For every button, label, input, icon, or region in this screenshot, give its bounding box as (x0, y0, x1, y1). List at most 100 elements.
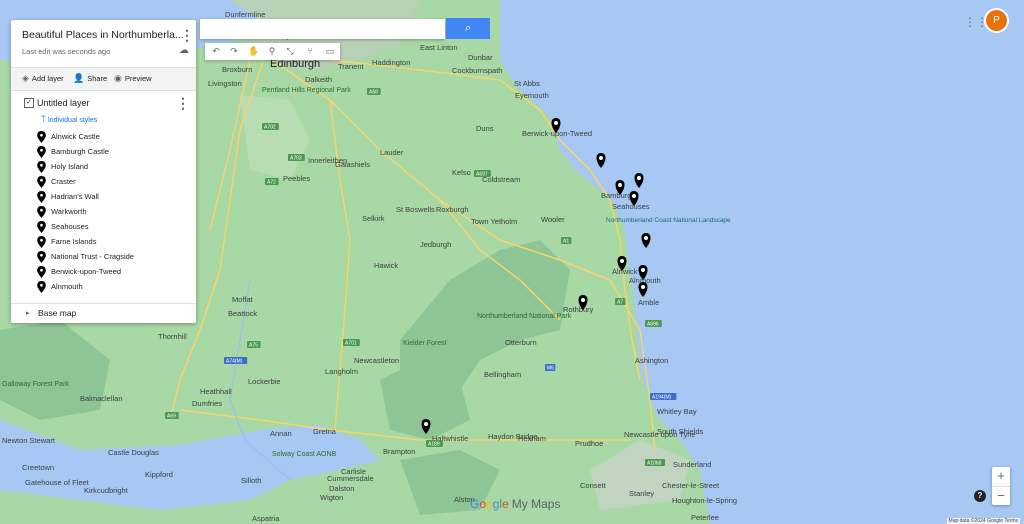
place-label: Farne Islands (51, 237, 97, 246)
road-shield: A696 (645, 320, 662, 328)
add-layer-label: Add layer (31, 74, 64, 83)
road-shield: M6 (545, 364, 556, 372)
layer-options-icon[interactable]: ⋮ (176, 96, 190, 110)
base-map-row[interactable]: ▸ Base map (11, 303, 196, 324)
city-label: Roxburgh (436, 205, 469, 214)
place-list-item[interactable]: Hadrian's Wall (37, 191, 134, 206)
draw-line-icon[interactable]: ⤡ (281, 45, 299, 58)
pin-icon (37, 191, 46, 203)
place-list-item[interactable]: Bamburgh Castle (37, 146, 134, 161)
place-list-item[interactable]: Berwick-upon-Tweed (37, 266, 134, 281)
svg-text:A1068: A1068 (647, 461, 662, 467)
map-attribution[interactable]: Map data ©2024 Google Terms (946, 518, 1020, 524)
city-label: St Boswells (396, 205, 435, 214)
city-label: Chester-le-Street (662, 481, 720, 490)
place-list-item[interactable]: Farne Islands (37, 236, 134, 251)
place-list: Alnwick Castle Bamburgh Castle Holy Island… (37, 131, 134, 296)
layer-visibility-checkbox[interactable]: ✓ (24, 98, 34, 108)
pin-icon (37, 251, 46, 263)
road-shield: A703 (288, 154, 305, 162)
place-label: Seahouses (51, 222, 89, 231)
add-layer-button[interactable]: ◈ Add layer (22, 73, 64, 84)
city-label: Cummersdale (327, 474, 374, 483)
city-label: Broxburn (222, 65, 252, 74)
road-shield: A189 (426, 440, 443, 448)
city-label: Eyemouth (515, 91, 549, 100)
city-label: Duns (476, 124, 494, 133)
svg-text:A696: A696 (647, 322, 659, 328)
add-marker-icon[interactable]: ⚲ (263, 45, 281, 58)
road-shield: A68 (367, 88, 381, 96)
city-label: Ashington (635, 356, 668, 365)
search-button[interactable]: ⌕ (446, 18, 490, 39)
svg-text:A701: A701 (345, 341, 357, 347)
city-label: Brampton (383, 447, 416, 456)
pin-icon (37, 221, 46, 233)
map-options-icon[interactable]: ⋮ (180, 28, 194, 42)
undo-icon[interactable]: ↶ (207, 45, 225, 58)
city-label: Haddington (372, 58, 410, 67)
city-label: Kelso (452, 168, 471, 177)
layers-icon: ◈ (22, 73, 29, 83)
google-my-maps-logo: Google My Maps (470, 497, 561, 511)
panel-actions: ◈ Add layer 👤 Share ◉ Preview (11, 67, 196, 91)
city-label: Dunbar (468, 53, 493, 62)
ruler-icon[interactable]: ▭ (321, 45, 339, 58)
city-label: Wigton (320, 493, 343, 502)
city-label: Newcastleton (354, 356, 399, 365)
individual-styles-link[interactable]: ⍑ Individual styles (41, 115, 97, 125)
road-shield: A702 (262, 123, 279, 131)
road-shield: A697 (474, 170, 491, 178)
city-label: Beattock (228, 309, 257, 318)
city-label: Creetown (22, 463, 54, 472)
place-list-item[interactable]: Holy Island (37, 161, 134, 176)
zoom-in-button[interactable]: + (992, 467, 1010, 486)
road-shield: A1068 (645, 459, 665, 467)
place-list-item[interactable]: Seahouses (37, 221, 134, 236)
city-label: Town Yetholm (471, 217, 517, 226)
place-list-item[interactable]: Alnmouth (37, 281, 134, 296)
place-list-item[interactable]: Alnwick Castle (37, 131, 134, 146)
svg-text:A703: A703 (290, 156, 302, 162)
zoom-out-button[interactable]: − (992, 486, 1010, 506)
place-list-item[interactable]: Craster (37, 176, 134, 191)
preview-label: Preview (124, 74, 152, 83)
svg-text:A702: A702 (264, 125, 276, 131)
place-label: Hadrian's Wall (51, 192, 99, 201)
road-shield: A69 (165, 412, 179, 420)
preview-button[interactable]: ◉ Preview (114, 73, 152, 84)
city-label: Newton Stewart (2, 436, 56, 445)
city-label: Lockerbie (248, 377, 281, 386)
help-icon[interactable]: ? (974, 490, 986, 502)
city-label: Dalkeith (305, 75, 332, 84)
add-person-icon: 👤 (73, 73, 85, 83)
city-label: Houghton-le-Spring (672, 496, 737, 505)
search-input[interactable] (200, 19, 445, 39)
city-label: Kippford (145, 470, 173, 479)
place-label: National Trust - Cragside (51, 252, 134, 261)
place-label: Alnmouth (51, 282, 83, 291)
directions-icon[interactable]: ⑂ (301, 45, 319, 58)
city-label: Stanley (629, 489, 654, 498)
share-button[interactable]: 👤 Share (73, 73, 107, 84)
svg-text:A74(M): A74(M) (226, 359, 243, 365)
svg-text:A194(M): A194(M) (652, 395, 672, 401)
park-label: Northumberland National Park (477, 313, 572, 320)
svg-text:M6: M6 (547, 366, 554, 372)
layer-title[interactable]: Untitled layer (37, 98, 90, 108)
place-list-item[interactable]: Warkworth (37, 206, 134, 221)
place-list-item[interactable]: National Trust - Cragside (37, 251, 134, 266)
road-shield: A701 (343, 339, 360, 347)
redo-icon[interactable]: ↷ (225, 45, 243, 58)
pin-icon (37, 146, 46, 158)
city-label: Prudhoe (575, 439, 603, 448)
city-label: Peterlee (691, 513, 719, 522)
city-label: Annan (270, 429, 292, 438)
pin-icon (37, 206, 46, 218)
account-avatar[interactable]: P (986, 10, 1007, 31)
park-label: Kielder Forest (403, 340, 447, 347)
hand-icon[interactable]: ✋ (245, 45, 263, 58)
map-title[interactable]: Beautiful Places in Northumberla... (22, 29, 184, 41)
svg-text:A72: A72 (267, 180, 276, 186)
city-label: Whitley Bay (657, 407, 697, 416)
